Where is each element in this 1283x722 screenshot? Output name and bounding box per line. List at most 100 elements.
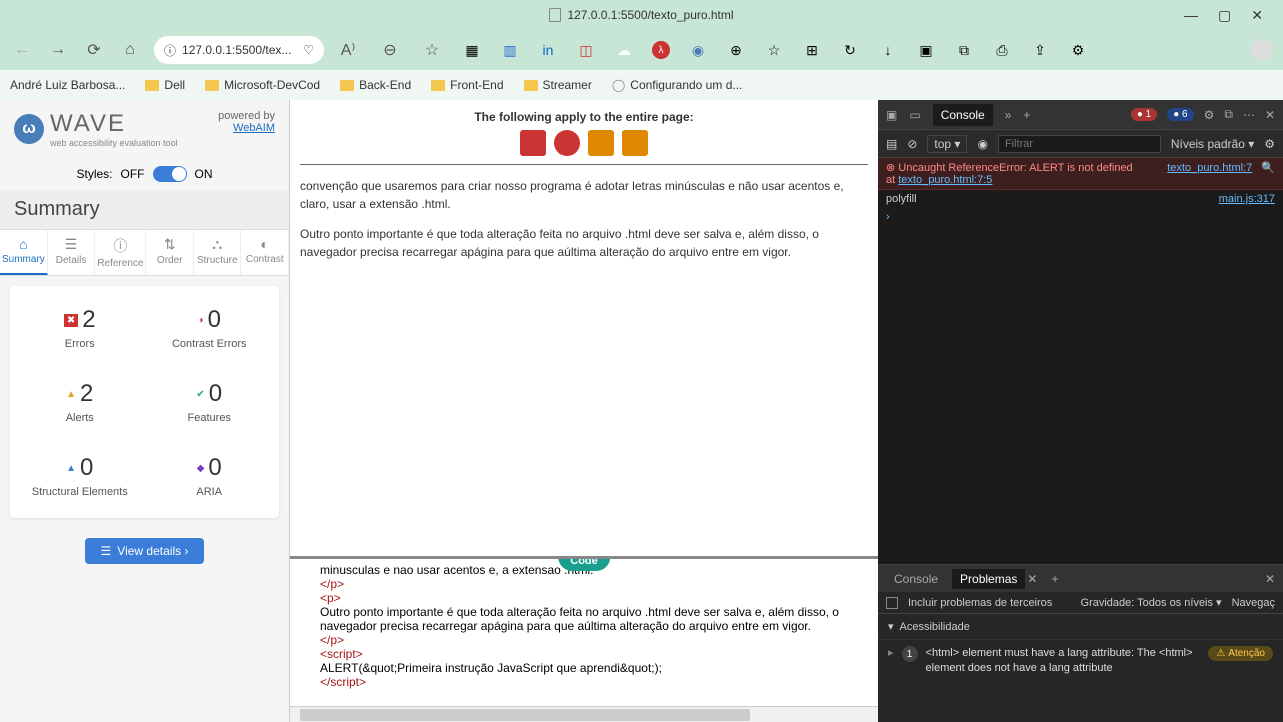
tab-reference[interactable]: ⓘReference (95, 230, 146, 275)
print-icon[interactable]: ⎙ (992, 40, 1012, 60)
pdf-icon[interactable]: λ (652, 41, 670, 59)
bookmark-4[interactable]: Front-End (431, 78, 503, 92)
performance-icon[interactable]: ⚙ (1068, 40, 1088, 60)
stat-structural[interactable]: ▲0 Structural Elements (20, 454, 140, 498)
filter-input[interactable] (998, 135, 1161, 153)
search-icon[interactable]: 🔍 (1261, 162, 1275, 174)
console-error[interactable]: ⊗ Uncaught ReferenceError: ALERT is not … (878, 158, 1283, 190)
close-icon[interactable]: ✕ (1251, 7, 1263, 24)
drawer-tab-problemas[interactable]: Problemas (952, 569, 1025, 589)
tab-summary[interactable]: ⌂Summary (0, 230, 48, 275)
stat-alerts[interactable]: ▲2 Alerts (20, 380, 140, 424)
wave-error-badge[interactable] (520, 130, 546, 156)
fav-bar-icon[interactable]: ☆ (764, 40, 784, 60)
code-badge[interactable]: </>Code (558, 556, 610, 571)
drawer-tab-console[interactable]: Console (886, 569, 946, 589)
polyfill-link[interactable]: main.js:317 (1219, 193, 1275, 205)
kebab-icon[interactable]: ⋯ (1243, 108, 1255, 122)
collections-icon[interactable]: ⊞ (802, 40, 822, 60)
stat-features[interactable]: ✔0 Features (150, 380, 270, 424)
problem-item[interactable]: ▸ 1 <html> element must have a lang attr… (878, 640, 1283, 683)
dock-icon[interactable]: ⧉ (1224, 107, 1233, 122)
screenshot-icon[interactable]: ⧉ (954, 40, 974, 60)
wave-powered: powered by WebAIM (218, 110, 275, 134)
error-count-badge[interactable]: ● 1 (1131, 108, 1157, 121)
close-drawer-icon[interactable]: ✕ (1265, 572, 1275, 586)
problems-section[interactable]: ▾ Acessibilidade (878, 614, 1283, 640)
more-tabs-icon[interactable]: » (1005, 108, 1012, 122)
order-icon: ⇅ (148, 236, 191, 253)
tab-console[interactable]: Console (933, 104, 993, 126)
paragraph-2: Outro ponto importante é que toda altera… (300, 225, 868, 261)
forward-button[interactable]: → (46, 38, 70, 62)
wave-tagline: web accessibility evaluation tool (50, 138, 178, 148)
horizontal-scrollbar[interactable] (290, 706, 878, 722)
wave-lang-badge[interactable] (554, 130, 580, 156)
eye-icon[interactable]: ◉ (977, 137, 987, 151)
clear-icon[interactable]: ⊘ (907, 137, 917, 151)
back-button[interactable]: ← (10, 38, 34, 62)
stat-errors[interactable]: ✖2 Errors (20, 306, 140, 350)
bookmark-2[interactable]: Microsoft-DevCod (205, 78, 320, 92)
tab-details[interactable]: ☰Details (48, 230, 96, 275)
bookmark-1[interactable]: Dell (145, 78, 185, 92)
close-tab-icon[interactable]: ✕ (1027, 572, 1037, 586)
ext-icon-2[interactable]: ▥ (500, 40, 520, 60)
maximize-icon[interactable]: ▢ (1218, 7, 1231, 24)
new-tab-icon[interactable]: + (1023, 108, 1030, 122)
wave-alert-badge-1[interactable] (588, 130, 614, 156)
zoom-icon[interactable]: ⊖ (378, 38, 402, 62)
sidebar-icon[interactable]: ▤ (886, 137, 897, 151)
tab-contrast[interactable]: ◐Contrast (241, 230, 289, 275)
gravity-select[interactable]: Gravidade: Todos os níveis ▾ (1081, 596, 1222, 609)
read-aloud-icon[interactable]: A⁾ (336, 38, 360, 62)
wave-alert-badge-2[interactable] (622, 130, 648, 156)
mcafee-icon[interactable]: ◫ (576, 40, 596, 60)
tab-order[interactable]: ⇅Order (146, 230, 194, 275)
refresh-button[interactable]: ⟳ (82, 38, 106, 62)
levels-select[interactable]: Níveis padrão ▾ (1171, 137, 1254, 151)
tab-structure[interactable]: ⛬Structure (194, 230, 242, 275)
scrollbar-thumb[interactable] (300, 709, 750, 721)
downloads-icon[interactable]: ↓ (878, 40, 898, 60)
bookmark-3[interactable]: Back-End (340, 78, 411, 92)
problem-count: 1 (902, 646, 918, 662)
favorites-icon[interactable]: ☆ (420, 38, 444, 62)
wave-ext-icon[interactable]: ◉ (688, 40, 708, 60)
error-stack-link[interactable]: texto_puro.html:7:5 (898, 174, 992, 186)
profile-avatar[interactable] (1251, 39, 1273, 61)
ext-icon-1[interactable]: ▦ (462, 40, 482, 60)
stat-aria[interactable]: ◆0 ARIA (150, 454, 270, 498)
styles-switch[interactable] (153, 166, 187, 182)
minimize-icon[interactable]: — (1184, 7, 1198, 24)
bookmark-5[interactable]: Streamer (524, 78, 592, 92)
webaim-link[interactable]: WebAIM (233, 122, 275, 134)
app-icon[interactable]: ▣ (916, 40, 936, 60)
device-icon[interactable]: ▭ (909, 108, 920, 122)
linkedin-icon[interactable]: in (538, 40, 558, 60)
bookmark-0[interactable]: André Luiz Barbosa... (10, 78, 125, 92)
bookmark-6[interactable]: ◯Configurando um d... (612, 78, 743, 92)
heart-icon[interactable]: ♡ (303, 43, 314, 57)
gear-icon[interactable]: ⚙ (1204, 108, 1215, 122)
include-third-party-checkbox[interactable] (886, 597, 898, 609)
home-icon: ⌂ (2, 236, 45, 252)
extensions-icon[interactable]: ⊕ (726, 40, 746, 60)
problems-panel: Incluir problemas de terceiros Gravidade… (878, 592, 1283, 722)
history-icon[interactable]: ↻ (840, 40, 860, 60)
view-details-button[interactable]: ☰View details › (85, 538, 205, 564)
cloud-icon[interactable]: ☁ (614, 40, 634, 60)
error-source-link[interactable]: texto_puro.html:7 (1167, 162, 1252, 174)
console-prompt[interactable]: › (878, 208, 1283, 226)
settings-icon[interactable]: ⚙ (1264, 137, 1275, 151)
inspect-icon[interactable]: ▣ (886, 108, 897, 122)
add-drawer-tab-icon[interactable]: + (1051, 572, 1058, 586)
console-row[interactable]: polyfill main.js:317 (878, 190, 1283, 208)
info-count-badge[interactable]: ● 6 (1167, 108, 1193, 121)
address-bar[interactable]: ⓘ 127.0.0.1:5500/tex... ♡ (154, 36, 324, 64)
share-icon[interactable]: ⇪ (1030, 40, 1050, 60)
stat-contrast[interactable]: ◑0 Contrast Errors (150, 306, 270, 350)
context-select[interactable]: top ▾ (927, 135, 967, 153)
home-button[interactable]: ⌂ (118, 38, 142, 62)
close-devtools-icon[interactable]: ✕ (1265, 108, 1275, 122)
